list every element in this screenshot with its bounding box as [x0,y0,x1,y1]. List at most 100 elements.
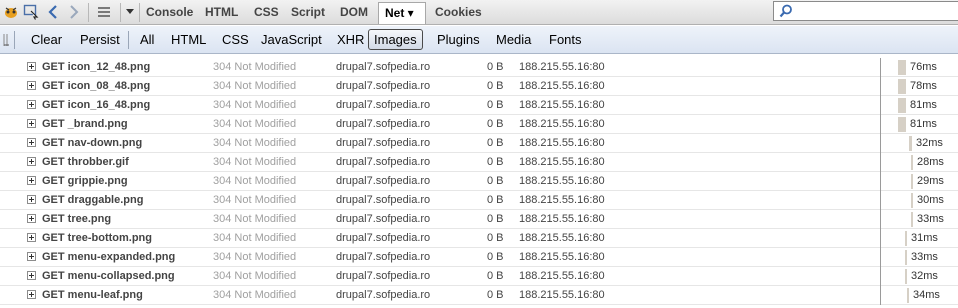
request-row[interactable]: GET icon_08_48.png 304 Not Modified drup… [0,77,958,96]
request-url[interactable]: GET tree.png [42,213,111,225]
request-url[interactable]: GET menu-collapsed.png [42,270,175,282]
expand-icon[interactable] [27,157,36,166]
request-row[interactable]: GET draggable.png 304 Not Modified drupa… [0,191,958,210]
request-row[interactable]: GET nav-down.png 304 Not Modified drupal… [0,134,958,153]
request-domain: drupal7.sofpedia.ro [336,232,431,244]
request-row[interactable]: GET _brand.png 304 Not Modified drupal7.… [0,115,958,134]
timeline-divider [880,267,881,286]
request-status: 304 Not Modified [213,61,297,73]
timeline-divider [880,229,881,248]
timeline-bar [911,212,913,227]
menu-list-icon[interactable] [94,2,114,22]
filter-images[interactable]: Images [368,29,423,50]
request-row[interactable]: GET tree-bottom.png 304 Not Modified dru… [0,229,958,248]
request-url[interactable]: GET icon_12_48.png [42,61,150,73]
clear-button[interactable]: Clear [27,31,66,49]
timeline-bar [909,136,912,151]
expand-icon[interactable] [27,119,36,128]
net-filter-bar: Clear Persist All HTML CSS JavaScript XH… [0,26,958,54]
timeline-divider [880,58,881,77]
expand-icon[interactable] [27,214,36,223]
expand-icon[interactable] [27,233,36,242]
request-ip: 188.215.55.16:80 [519,137,605,149]
filter-media[interactable]: Media [492,31,535,49]
request-ip: 188.215.55.16:80 [519,251,605,263]
tab-dom[interactable]: DOM [336,2,372,24]
request-row[interactable]: GET tree.png 304 Not Modified drupal7.so… [0,210,958,229]
request-row[interactable]: GET throbber.gif 304 Not Modified drupal… [0,153,958,172]
request-row[interactable]: GET icon_12_48.png 304 Not Modified drup… [0,58,958,77]
request-status: 304 Not Modified [213,99,297,111]
expand-icon[interactable] [27,252,36,261]
request-status: 304 Not Modified [213,118,297,130]
request-url[interactable]: GET draggable.png [42,194,143,206]
forward-icon[interactable] [66,2,82,22]
back-icon[interactable] [45,2,61,22]
tab-html[interactable]: HTML [201,2,242,24]
timeline-divider [880,77,881,96]
request-domain: drupal7.sofpedia.ro [336,80,431,92]
request-size: 0 B [487,175,504,187]
grip-handle-icon[interactable] [3,33,10,47]
filter-fonts[interactable]: Fonts [545,31,586,49]
request-row[interactable]: GET menu-collapsed.png 304 Not Modified … [0,267,958,286]
request-url[interactable]: GET icon_08_48.png [42,80,150,92]
request-row[interactable]: GET menu-leaf.png 304 Not Modified drupa… [0,286,958,305]
expand-icon[interactable] [27,62,36,71]
firebug-icon[interactable] [2,2,20,22]
expand-icon[interactable] [27,138,36,147]
request-url[interactable]: GET tree-bottom.png [42,232,152,244]
request-domain: drupal7.sofpedia.ro [336,61,431,73]
tab-css[interactable]: CSS [250,2,283,24]
tab-cookies[interactable]: Cookies [431,2,486,24]
request-list: GET icon_12_48.png 304 Not Modified drup… [0,55,958,308]
request-ip: 188.215.55.16:80 [519,194,605,206]
request-time: 31ms [911,232,938,244]
inspect-icon[interactable] [22,2,40,22]
chevron-down-icon[interactable] [122,2,138,22]
request-row[interactable]: GET icon_16_48.png 304 Not Modified drup… [0,96,958,115]
filter-javascript[interactable]: JavaScript [257,31,326,49]
request-url[interactable]: GET menu-leaf.png [42,289,143,301]
request-row[interactable]: GET menu-expanded.png 304 Not Modified d… [0,248,958,267]
tab-net[interactable]: Net ▾ [378,2,426,24]
filter-xhr[interactable]: XHR [333,31,368,49]
expand-icon[interactable] [27,81,36,90]
timeline-divider [880,96,881,115]
filter-css[interactable]: CSS [218,31,253,49]
request-url[interactable]: GET throbber.gif [42,156,129,168]
timeline-bar [898,79,906,94]
request-size: 0 B [487,213,504,225]
request-url[interactable]: GET nav-down.png [42,137,142,149]
request-status: 304 Not Modified [213,156,297,168]
request-url[interactable]: GET _brand.png [42,118,128,130]
request-time: 33ms [911,251,938,263]
expand-icon[interactable] [27,290,36,299]
filter-all[interactable]: All [136,31,158,49]
request-time: 76ms [910,61,937,73]
request-ip: 188.215.55.16:80 [519,156,605,168]
request-url[interactable]: GET icon_16_48.png [42,99,150,111]
persist-button[interactable]: Persist [76,31,124,49]
search-icon [779,4,793,21]
filter-html[interactable]: HTML [167,31,210,49]
tab-script[interactable]: Script [287,2,329,24]
timeline-divider [880,115,881,134]
expand-icon[interactable] [27,100,36,109]
timeline-bar [911,193,913,208]
request-url[interactable]: GET menu-expanded.png [42,251,175,263]
request-size: 0 B [487,232,504,244]
expand-icon[interactable] [27,271,36,280]
filter-plugins[interactable]: Plugins [433,31,484,49]
request-row[interactable]: GET grippie.png 304 Not Modified drupal7… [0,172,958,191]
expand-icon[interactable] [27,176,36,185]
request-status: 304 Not Modified [213,194,297,206]
search-input[interactable] [773,1,958,21]
request-url[interactable]: GET grippie.png [42,175,128,187]
tab-console[interactable]: Console [142,2,197,24]
request-size: 0 B [487,289,504,301]
timeline-bar [898,98,906,113]
request-time: 81ms [910,99,937,111]
expand-icon[interactable] [27,195,36,204]
request-size: 0 B [487,118,504,130]
